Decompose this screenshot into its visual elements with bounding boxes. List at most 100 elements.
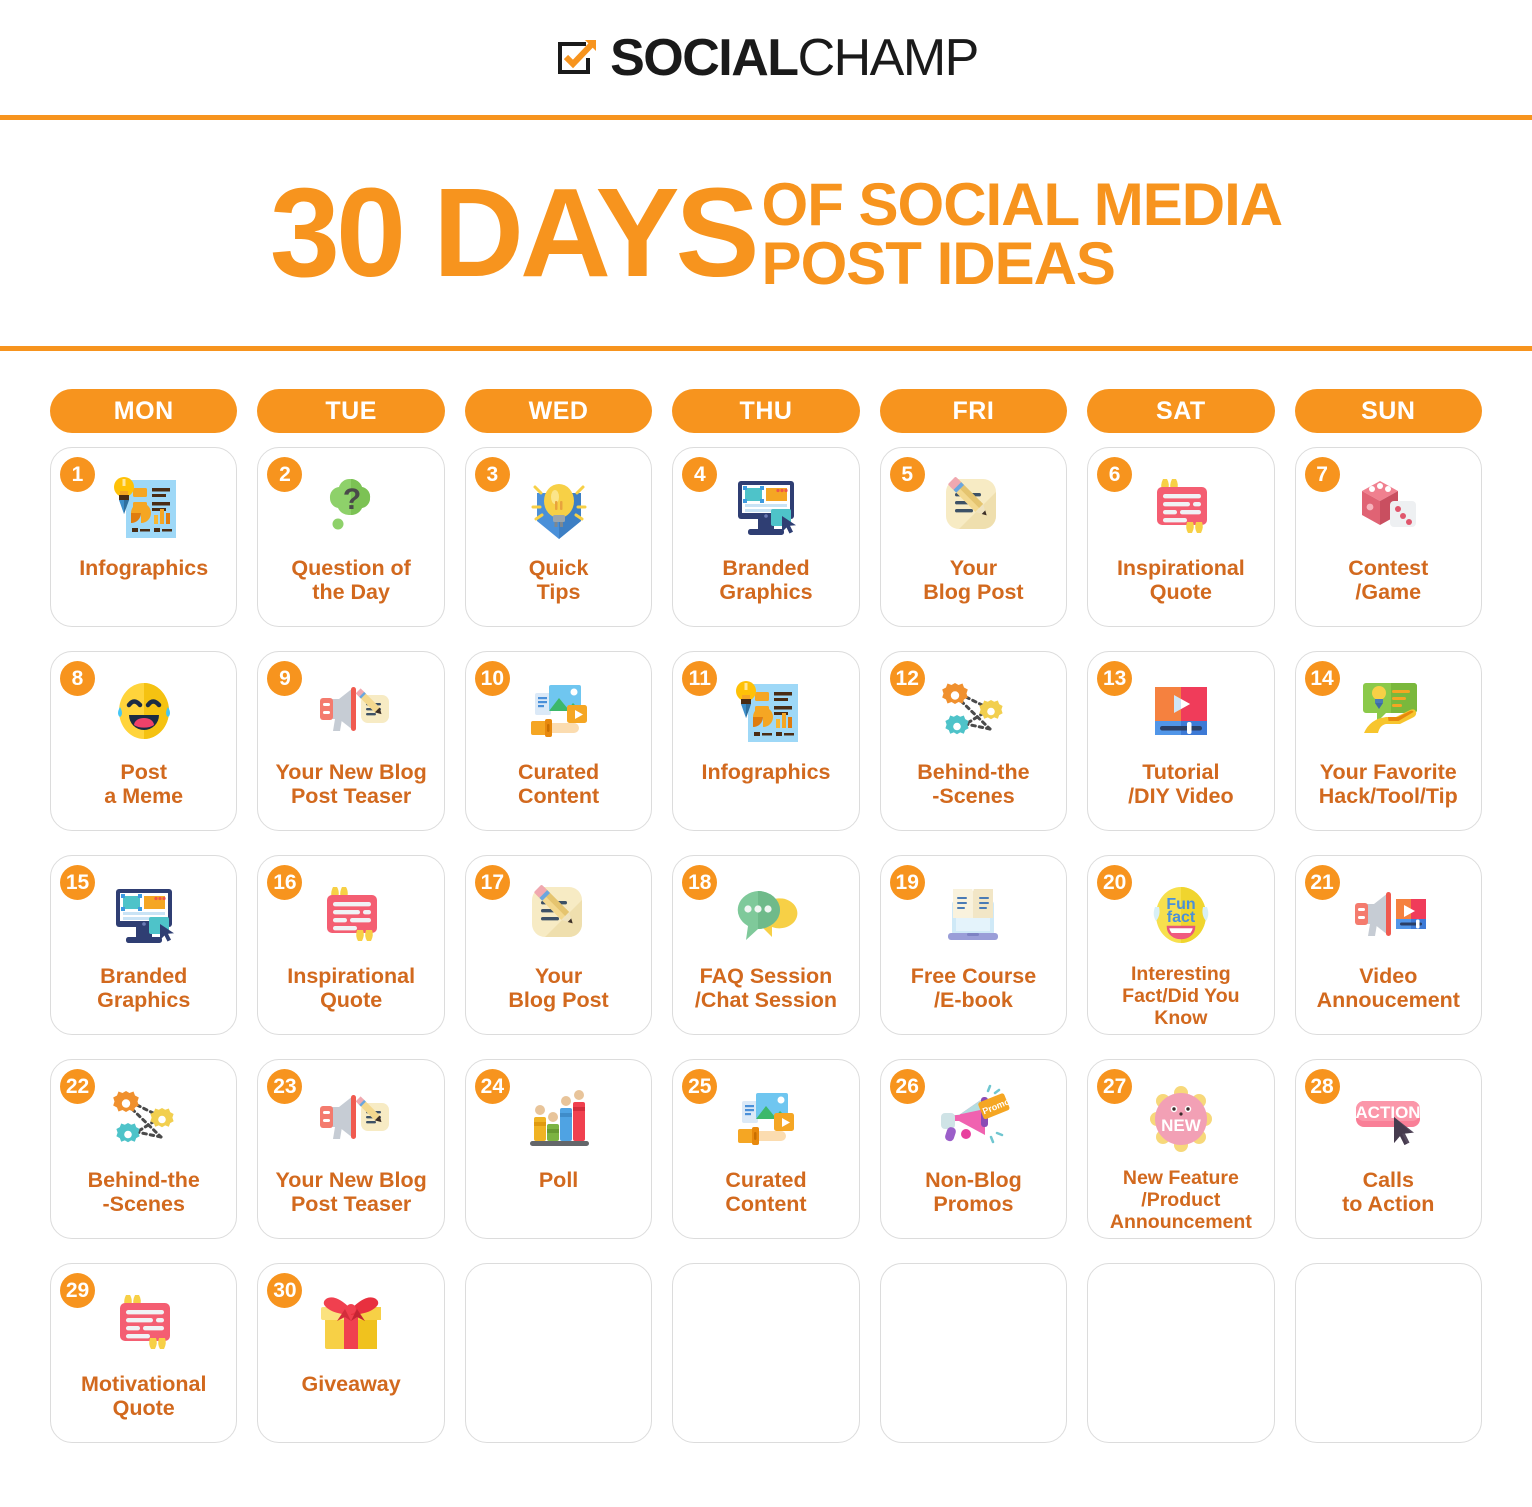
cell-label: Behind-the -Scenes <box>917 760 1030 809</box>
cell-label: Your Blog Post <box>923 556 1024 605</box>
calendar-cell-day-8[interactable]: 8 Post a Meme <box>50 651 238 831</box>
calendar-cell-day-9[interactable]: 9 Your New Blog Post Teaser <box>257 651 445 831</box>
calendar-cell-day-15[interactable]: 15 Branded Graphics <box>50 855 238 1035</box>
day-number-badge: 6 <box>1097 457 1133 492</box>
day-number-badge: 20 <box>1097 865 1133 900</box>
cell-label: Interesting Fact/Did You Know <box>1122 963 1240 1029</box>
calendar-cell-day-10[interactable]: 10 Curated Content <box>464 651 653 831</box>
calendar-cell-day-25[interactable]: 25 Curated Content <box>672 1059 860 1239</box>
cell-label: FAQ Session /Chat Session <box>694 964 838 1013</box>
calendar-cell-day-1[interactable]: 1 Infographics <box>50 447 238 627</box>
socialchamp-logo: SOCIALCHAMP <box>554 28 979 87</box>
svg-text:?: ? <box>343 483 361 516</box>
title-section: 30 DAYS OF SOCIAL MEDIA POST IDEAS <box>0 120 1532 346</box>
cell-label: Calls to Action <box>1342 1168 1435 1217</box>
cell-label: Your New Blog Post Teaser <box>275 760 427 809</box>
calendar-cell-day-7[interactable]: 7 Contest /Game <box>1294 447 1482 627</box>
calendar-cell-day-22[interactable]: 22 Behind-the -Scenes <box>50 1059 238 1239</box>
calendar-cell-day-12[interactable]: 12 Behind-the -Scenes <box>879 651 1068 831</box>
title-subhead-line1: OF SOCIAL MEDIA <box>761 171 1284 239</box>
calendar-cell-day-30[interactable]: 30 Giveaway <box>257 1263 445 1443</box>
day-number-badge: 14 <box>1304 661 1340 696</box>
day-number-badge: 13 <box>1097 661 1133 696</box>
cell-label: Question of the Day <box>291 556 411 605</box>
cell-label: Branded Graphics <box>719 556 813 605</box>
day-of-week-header-row: MON TUE WED THU FRI SAT SUN <box>50 389 1482 447</box>
day-number-badge: 3 <box>474 457 510 492</box>
calendar: MON TUE WED THU FRI SAT SUN 1 Infographics 2 ? … <box>0 351 1532 1467</box>
calendar-cell-empty <box>879 1263 1068 1443</box>
day-number-badge: 29 <box>60 1273 95 1308</box>
checkbox-check-icon <box>554 35 600 81</box>
cell-label: Your New Blog Post Teaser <box>275 1168 427 1217</box>
cell-label: Tutorial /DIY Video <box>1128 760 1234 809</box>
calendar-cell-day-29[interactable]: 29 Motivational Quote <box>50 1263 238 1443</box>
day-number-badge: 7 <box>1304 457 1340 492</box>
cell-label: Giveaway <box>301 1372 401 1396</box>
cell-label: Motivational Quote <box>81 1372 207 1421</box>
day-header-thu: THU <box>672 389 860 433</box>
day-header-mon: MON <box>50 389 238 433</box>
title-subhead-line2: POST IDEAS <box>761 230 1116 297</box>
calendar-cell-day-17[interactable]: 17 Your Blog Post <box>464 855 653 1035</box>
calendar-cell-day-4[interactable]: 4 Branded Graphics <box>672 447 860 627</box>
calendar-cell-day-11[interactable]: 11 Infographics <box>672 651 860 831</box>
cell-label: Inspirational Quote <box>287 964 416 1013</box>
calendar-cell-day-23[interactable]: 23 Your New Blog Post Teaser <box>257 1059 445 1239</box>
day-number-badge: 10 <box>474 661 510 696</box>
calendar-grid: 1 Infographics 2 ? Question of the Day 3 Q… <box>50 447 1482 1467</box>
cell-label: Contest /Game <box>1348 556 1429 605</box>
calendar-cell-day-28[interactable]: 28 ACTION Calls to Action <box>1294 1059 1482 1239</box>
svg-text:NEW: NEW <box>1161 1116 1202 1135</box>
day-header-sun: SUN <box>1294 389 1482 433</box>
cell-label: Your Favorite Hack/Tool/Tip <box>1318 760 1458 809</box>
cell-label: Inspirational Quote <box>1116 556 1245 605</box>
day-header-tue: TUE <box>257 389 445 433</box>
calendar-cell-empty <box>672 1263 860 1443</box>
day-number-badge: 1 <box>60 457 95 492</box>
calendar-cell-empty <box>1087 1263 1275 1443</box>
cell-label: Curated Content <box>517 760 600 809</box>
calendar-cell-day-3[interactable]: 3 Quick Tips <box>464 447 653 627</box>
calendar-cell-day-2[interactable]: 2 ? Question of the Day <box>257 447 445 627</box>
cell-label: Curated Content <box>725 1168 807 1217</box>
day-header-wed: WED <box>464 389 653 433</box>
logo-bold-text: SOCIAL <box>610 28 799 87</box>
day-number-badge: 28 <box>1304 1069 1340 1104</box>
svg-text:fact: fact <box>1167 909 1196 926</box>
calendar-cell-day-24[interactable]: 24 Poll <box>464 1059 653 1239</box>
calendar-cell-day-5[interactable]: 5 Your Blog Post <box>879 447 1068 627</box>
cell-label: Video Annoucement <box>1316 964 1460 1013</box>
day-number-badge: 24 <box>474 1069 510 1104</box>
calendar-cell-day-19[interactable]: 19 Free Course /E-book <box>879 855 1068 1035</box>
day-number-badge: 17 <box>474 865 510 900</box>
cell-label: Infographics <box>79 556 209 580</box>
calendar-cell-day-16[interactable]: 16 Inspirational Quote <box>257 855 445 1035</box>
day-number-badge: 19 <box>889 865 925 900</box>
cell-label: Poll <box>538 1168 579 1192</box>
logo-wordmark: SOCIALCHAMP <box>610 28 979 87</box>
title-subhead: OF SOCIAL MEDIA POST IDEAS <box>761 171 1284 297</box>
day-number-badge: 8 <box>60 661 95 696</box>
calendar-cell-empty <box>1294 1263 1482 1443</box>
calendar-cell-day-6[interactable]: 6 Inspirational Quote <box>1087 447 1275 627</box>
infographic-page: SOCIALCHAMP 30 DAYS OF SOCIAL MEDIA POST… <box>0 0 1532 1507</box>
cell-label: Post a Meme <box>104 760 184 809</box>
cell-label: Infographics <box>701 760 831 784</box>
day-header-fri: FRI <box>879 389 1068 433</box>
cell-label: Branded Graphics <box>97 964 191 1013</box>
calendar-cell-day-27[interactable]: 27 NEW New Feature /Product Announcement <box>1087 1059 1275 1239</box>
svg-text:ACTION: ACTION <box>1356 1103 1421 1122</box>
title-headline: 30 DAYS <box>269 162 760 304</box>
cell-label: Behind-the -Scenes <box>87 1168 200 1217</box>
calendar-cell-day-13[interactable]: 13 Tutorial /DIY Video <box>1087 651 1275 831</box>
day-number-badge: 15 <box>60 865 95 900</box>
calendar-cell-day-20[interactable]: 20 Fun fact Interesting Fact/Did You Kno… <box>1087 855 1275 1035</box>
calendar-cell-day-14[interactable]: 14 Your Favorite Hack/Tool/Tip <box>1294 651 1482 831</box>
calendar-cell-day-26[interactable]: 26 Promo Non-Blog Promos <box>879 1059 1068 1239</box>
calendar-cell-day-21[interactable]: 21 Video Annoucement <box>1294 855 1482 1035</box>
day-number-badge: 12 <box>889 661 925 696</box>
calendar-cell-day-18[interactable]: 18 FAQ Session /Chat Session <box>672 855 860 1035</box>
cell-label: Quick Tips <box>528 556 589 605</box>
day-header-sat: SAT <box>1087 389 1275 433</box>
